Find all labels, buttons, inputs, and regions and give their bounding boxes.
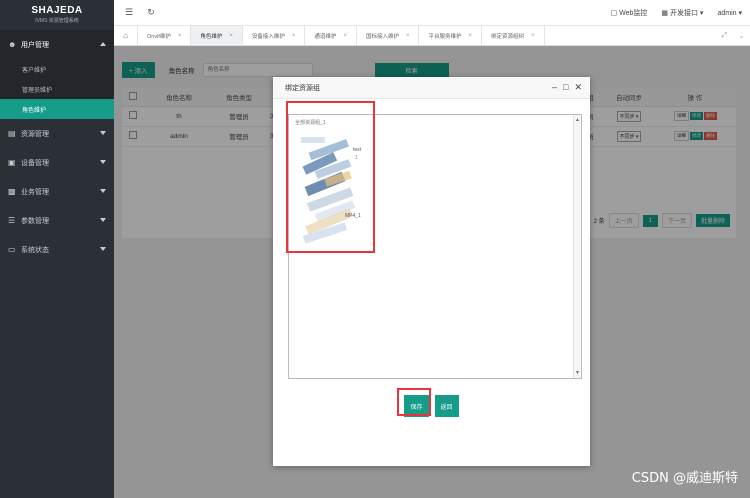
tab-controls: ⤢ ⌄ [716, 26, 750, 46]
chevron-up-icon [100, 42, 106, 46]
folder-icon: ▤ [8, 129, 16, 138]
top-bar: ☰ ↻ ▢ Web监控 ▦ 开发接口 ▾ admin ▾ [114, 0, 750, 26]
sidebar-item-label: 系统状态 [21, 246, 49, 254]
dialog-title: 绑定资源组 [273, 77, 590, 99]
briefcase-icon: ▩ [8, 187, 16, 196]
dev-interface-menu[interactable]: ▦ 开发接口 ▾ [661, 8, 703, 18]
close-icon[interactable]: × [531, 33, 535, 39]
sidebar-item-label: 参数管理 [21, 217, 49, 225]
sidebar-item-parameter-management[interactable]: ☰ 参数管理 [0, 206, 114, 235]
save-highlight-box [397, 388, 431, 416]
web-monitor-link[interactable]: ▢ Web监控 [611, 8, 648, 18]
dialog-footer: 保存 返回 [273, 395, 590, 417]
tab-bind-resource[interactable]: 绑定资源组树 × [482, 26, 545, 45]
sidebar-item-resource-management[interactable]: ▤ 资源管理 [0, 119, 114, 148]
sidebar-subitem-role[interactable]: 角色维护 [0, 99, 114, 119]
sidebar-subitem-admin[interactable]: 管理员维护 [0, 79, 114, 99]
home-icon[interactable]: ⌂ [114, 26, 138, 45]
tab-onvif[interactable]: Onvif维护 × [138, 26, 192, 45]
close-icon[interactable]: × [343, 33, 347, 39]
tab-platform-service[interactable]: 平台服务维护 × [419, 26, 483, 45]
chevron-down-icon [100, 218, 106, 222]
refresh-icon[interactable]: ↻ [144, 7, 158, 18]
sidebar-item-label: 业务管理 [21, 188, 49, 196]
back-button[interactable]: 返回 [434, 395, 459, 417]
menu-toggle-icon[interactable]: ☰ [122, 7, 136, 18]
scroll-up-icon[interactable]: ▲ [575, 117, 580, 123]
sidebar-item-device-management[interactable]: ▣ 设备管理 [0, 148, 114, 177]
tab-gb-access[interactable]: 国标接入维护 × [357, 26, 420, 45]
sidebar-item-user-management[interactable]: ☻ 用户管理 [0, 30, 114, 59]
tab-bar: ⌂ Onvif维护 × 角色维护 × 设备接入维护 × 通道维护 × 国标接入维护 × 平… [114, 26, 750, 46]
user-icon: ☻ [8, 40, 17, 49]
chevron-down-icon [100, 131, 106, 135]
chevron-down-icon [100, 160, 106, 164]
scrollbar[interactable]: ▲ ▼ [573, 115, 581, 378]
sidebar-item-label: 资源管理 [21, 130, 49, 138]
close-icon[interactable]: × [406, 33, 410, 39]
maximize-icon[interactable]: □ [563, 82, 568, 93]
chevron-down-icon [100, 247, 106, 251]
sidebar-subitem-customer[interactable]: 客户维护 [0, 59, 114, 79]
close-icon[interactable]: × [469, 33, 473, 39]
chevron-down-icon [100, 189, 106, 193]
logo: SHAJEDA IVMS 资源管理系统 [0, 0, 114, 30]
sidebar: SHAJEDA IVMS 资源管理系统 ☻ 用户管理 客户维护 管理员维护 角色… [0, 0, 114, 498]
monitor-icon: ▭ [8, 245, 16, 254]
close-icon[interactable]: × [292, 33, 296, 39]
sidebar-item-business-management[interactable]: ▩ 业务管理 [0, 177, 114, 206]
tab-channel[interactable]: 通道维护 × [305, 26, 357, 45]
sidebar-submenu: 客户维护 管理员维护 角色维护 [0, 59, 114, 119]
user-menu[interactable]: admin ▾ [717, 9, 742, 17]
device-icon: ▣ [8, 158, 16, 167]
scroll-down-icon[interactable]: ▼ [575, 370, 580, 376]
close-icon[interactable]: × [178, 33, 182, 39]
watermark: CSDN @威迪斯特 [631, 471, 738, 486]
chevron-down-icon[interactable]: ⌄ [738, 32, 744, 40]
sidebar-item-label: 用户管理 [21, 41, 49, 49]
sidebar-item-system-status[interactable]: ▭ 系统状态 [0, 235, 114, 264]
fullscreen-icon[interactable]: ⤢ [722, 32, 728, 40]
tree-highlight-box [286, 101, 375, 253]
dialog-controls: – □ ✕ [552, 82, 582, 93]
tab-device-access[interactable]: 设备接入维护 × [243, 26, 306, 45]
minimize-icon[interactable]: – [552, 82, 557, 93]
logo-title: SHAJEDA [31, 5, 83, 16]
settings-icon: ☰ [8, 216, 16, 225]
tab-role[interactable]: 角色维护 × [191, 26, 243, 45]
logo-subtitle: IVMS 资源管理系统 [35, 18, 79, 24]
sidebar-item-label: 设备管理 [21, 159, 49, 167]
close-icon[interactable]: ✕ [574, 82, 582, 93]
close-icon[interactable]: × [229, 33, 233, 39]
